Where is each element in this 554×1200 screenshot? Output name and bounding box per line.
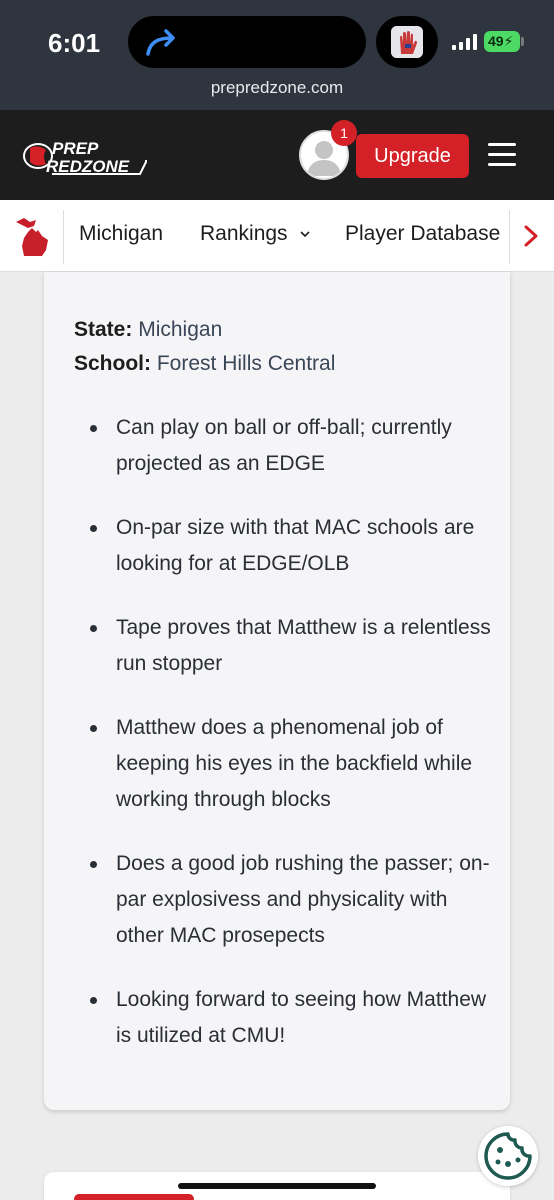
nav-item-michigan[interactable]: Michigan — [79, 222, 163, 246]
michigan-state-icon[interactable] — [14, 216, 50, 258]
school-label: School: — [74, 352, 151, 375]
notification-badge: 1 — [331, 120, 357, 146]
site-header: PREP REDZONE 1 Upgrade — [0, 110, 554, 200]
school-value[interactable]: Forest Hills Central — [157, 352, 336, 375]
cellular-signal-icon — [452, 34, 477, 50]
list-item: Does a good job rushing the passer; on-p… — [74, 846, 494, 954]
list-item: On-par size with that MAC schools are lo… — [74, 510, 494, 582]
nav-item-player-database[interactable]: Player Database — [345, 222, 500, 246]
url-bar[interactable]: prepredzone.com — [0, 78, 554, 98]
cookie-icon — [484, 1132, 532, 1180]
logo-graphic: PREP REDZONE — [23, 139, 147, 176]
prep-redzone-logo[interactable]: PREP REDZONE — [22, 134, 148, 178]
state-nav-bar: Michigan Rankings Player Database — [0, 200, 554, 272]
battery-cap — [521, 37, 524, 46]
nav-divider — [63, 210, 64, 264]
player-evaluation-card: State: Michigan School: Forest Hills Cen… — [44, 272, 510, 1110]
state-label: State: — [74, 318, 133, 341]
state-value[interactable]: Michigan — [138, 318, 222, 341]
next-card-accent — [74, 1194, 194, 1200]
evaluation-bullet-list: Can play on ball or off-ball; currently … — [74, 410, 494, 1082]
chevron-right-icon[interactable] — [522, 224, 540, 248]
list-item: Matthew does a phenomenal job of keeping… — [74, 710, 494, 818]
hamburger-menu-icon[interactable] — [488, 143, 516, 167]
battery-indicator: 49⚡ — [484, 31, 520, 52]
upgrade-button[interactable]: Upgrade — [356, 134, 469, 178]
nav-divider — [509, 210, 510, 264]
browser-chrome: 6:01 49⚡ prepredzone.com — [0, 0, 554, 110]
live-activity — [376, 16, 438, 68]
list-item: Looking forward to seeing how Matthew is… — [74, 982, 494, 1054]
nav-item-rankings-label: Rankings — [200, 222, 288, 245]
nav-item-rankings[interactable]: Rankings — [200, 222, 311, 246]
logo-text-prep: PREP — [52, 139, 99, 158]
user-avatar-button[interactable]: 1 — [299, 120, 357, 180]
list-item: Tape proves that Matthew is a relentless… — [74, 610, 494, 682]
dynamic-island — [128, 16, 366, 68]
chevron-down-icon — [300, 231, 310, 238]
list-item: Can play on ball or off-ball; currently … — [74, 410, 494, 482]
state-row: State: Michigan — [74, 318, 222, 342]
share-arrow-icon — [146, 29, 175, 56]
home-indicator[interactable] — [178, 1183, 376, 1189]
school-row: School: Forest Hills Central — [74, 352, 335, 376]
battery-level: 49 — [488, 33, 504, 49]
cookie-settings-button[interactable] — [478, 1126, 538, 1186]
glove-icon — [391, 26, 423, 58]
status-time: 6:01 — [48, 28, 101, 58]
logo-text-redzone: REDZONE — [46, 157, 130, 176]
